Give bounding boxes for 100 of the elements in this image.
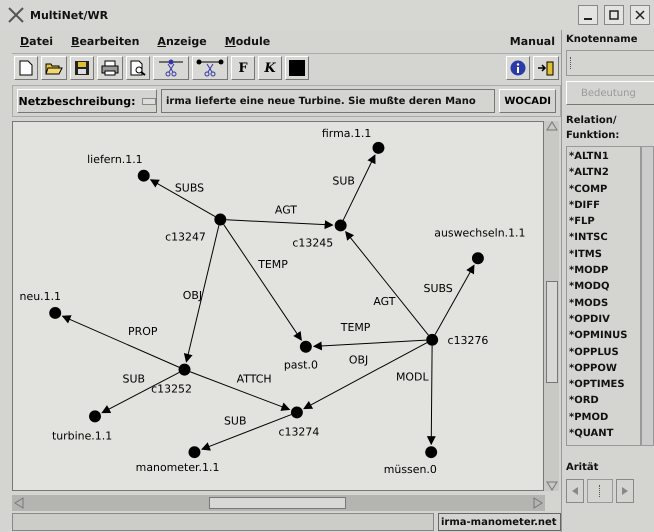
graph-node[interactable] xyxy=(290,406,303,419)
scroll-thumb[interactable] xyxy=(209,497,346,510)
sentence-field[interactable]: irma lieferte eine neue Turbine. Sie mußte deren Mano xyxy=(161,89,496,114)
edge-label: SUB xyxy=(122,373,145,386)
relation-item[interactable]: *OPMINUS xyxy=(569,328,638,345)
description-dropdown[interactable]: Netzbeschreibung: xyxy=(17,89,157,114)
file-name-field: irma-manometer.net xyxy=(438,513,561,532)
arity-label: Arität xyxy=(566,462,600,473)
maximize-button[interactable] xyxy=(604,5,624,25)
node-label: auswechseln.1.1 xyxy=(434,226,526,240)
graph-node[interactable] xyxy=(425,446,438,459)
relation-label: Relation/ xyxy=(566,114,618,128)
scroll-thumb[interactable] xyxy=(546,281,558,384)
cut-node-icon[interactable] xyxy=(153,56,189,80)
arity-field[interactable] xyxy=(587,479,613,503)
info-icon[interactable] xyxy=(506,56,530,80)
exit-door-icon[interactable] xyxy=(533,56,559,80)
edge-label: AGT xyxy=(373,295,396,308)
relation-item[interactable]: *COMP xyxy=(569,182,638,198)
node-label: neu.1.1 xyxy=(20,290,62,304)
relation-item[interactable]: *ORD xyxy=(569,393,638,410)
relation-item[interactable]: *ALTN1 xyxy=(569,149,638,166)
edge-label: TEMP xyxy=(340,321,370,334)
relation-item[interactable]: *QUANT xyxy=(569,426,638,442)
edge-label: SUB xyxy=(332,175,355,188)
horizontal-scrollbar[interactable] xyxy=(12,495,545,511)
relation-item[interactable]: *ALTN2 xyxy=(569,165,638,182)
graph-node[interactable] xyxy=(372,142,384,154)
node-name-label: Knotenname xyxy=(566,34,638,45)
edge-label: TEMP xyxy=(258,258,288,272)
new-file-icon[interactable] xyxy=(14,56,38,80)
node-label: past.0 xyxy=(284,359,318,372)
edge-label: PROP xyxy=(128,325,158,338)
graph-node[interactable] xyxy=(178,364,190,376)
minimize-icon xyxy=(584,18,592,20)
down-arrow-icon[interactable] xyxy=(546,481,558,492)
node-label: c13247 xyxy=(165,230,206,244)
edge-arrow xyxy=(150,180,216,218)
menu-item[interactable]: Bearbeiten xyxy=(71,35,140,48)
relation-item[interactable]: *DIFF xyxy=(569,198,638,214)
print-icon[interactable] xyxy=(97,56,123,80)
color-swatch-button[interactable] xyxy=(285,56,309,80)
node-label: firma.1.1 xyxy=(322,127,372,140)
edge-label: OBJ xyxy=(182,290,202,302)
edge-label: SUB xyxy=(224,414,246,428)
relation-item[interactable]: *OPPLUS xyxy=(569,344,638,361)
graph-node[interactable] xyxy=(49,307,62,320)
up-arrow-icon[interactable] xyxy=(546,121,558,132)
graph-node[interactable] xyxy=(334,220,347,232)
function-label: Funktion: xyxy=(566,129,620,143)
print-preview-icon[interactable] xyxy=(126,56,150,80)
open-folder-icon[interactable] xyxy=(41,56,67,80)
node-label: c13252 xyxy=(151,383,192,396)
cut-edge-icon[interactable] xyxy=(192,56,228,80)
close-icon xyxy=(635,10,645,20)
x-logo-icon xyxy=(8,7,24,23)
edge-label: ATTCH xyxy=(236,373,272,386)
edge-label: MODL xyxy=(396,371,429,384)
list-scrollbar[interactable] xyxy=(640,146,654,446)
bold-button[interactable]: F xyxy=(231,56,255,80)
graph-node[interactable] xyxy=(214,214,226,226)
close-button[interactable] xyxy=(630,5,650,25)
minimize-button[interactable] xyxy=(578,5,598,25)
relation-item[interactable]: *ITMS xyxy=(569,246,638,264)
menu-item[interactable]: Anzeige xyxy=(157,35,207,48)
relation-item[interactable]: *FLP xyxy=(569,214,638,230)
node-label: c13274 xyxy=(278,426,320,439)
edge-label: SUBS xyxy=(174,182,204,196)
graph-node[interactable] xyxy=(300,341,312,354)
node-label: liefern.1.1 xyxy=(87,153,143,166)
edge-label: SUBS xyxy=(424,282,453,296)
node-name-field[interactable] xyxy=(566,50,654,76)
relation-item[interactable]: *MODS xyxy=(569,296,638,312)
left-arrow-icon xyxy=(571,486,579,496)
node-label: müssen.0 xyxy=(384,464,437,477)
relation-item[interactable]: *PMOD xyxy=(569,410,638,426)
menu-item[interactable]: Module xyxy=(224,35,270,48)
menu-item[interactable]: Datei xyxy=(20,35,54,48)
vertical-scrollbar[interactable] xyxy=(544,121,559,492)
relation-item[interactable]: *OPPOW xyxy=(569,360,638,378)
edge-label: AGT xyxy=(274,204,297,217)
node-label: c13276 xyxy=(448,334,488,348)
node-label: manometer.1.1 xyxy=(136,462,220,475)
node-label: c13245 xyxy=(292,236,334,250)
relation-item[interactable]: *MODQ xyxy=(569,279,638,296)
wocadi-button[interactable]: WOCADI xyxy=(499,89,556,114)
manual-menu-item[interactable]: Manual xyxy=(510,35,555,48)
relation-item[interactable]: *OPDIV xyxy=(569,312,638,328)
graph-node[interactable] xyxy=(188,446,200,459)
graph-node[interactable] xyxy=(89,410,101,423)
italic-button[interactable]: K xyxy=(258,56,282,80)
relation-item[interactable]: *MODP xyxy=(569,263,638,280)
graph-node[interactable] xyxy=(472,252,484,265)
graph-node[interactable] xyxy=(426,334,438,346)
graph-node[interactable] xyxy=(138,170,150,182)
relation-item[interactable]: *INTSC xyxy=(569,230,638,247)
maximize-icon xyxy=(609,10,619,20)
relation-item[interactable]: *OPTIMES xyxy=(569,377,638,394)
right-arrow-icon xyxy=(621,486,629,496)
edge-label: OBJ xyxy=(348,354,368,368)
